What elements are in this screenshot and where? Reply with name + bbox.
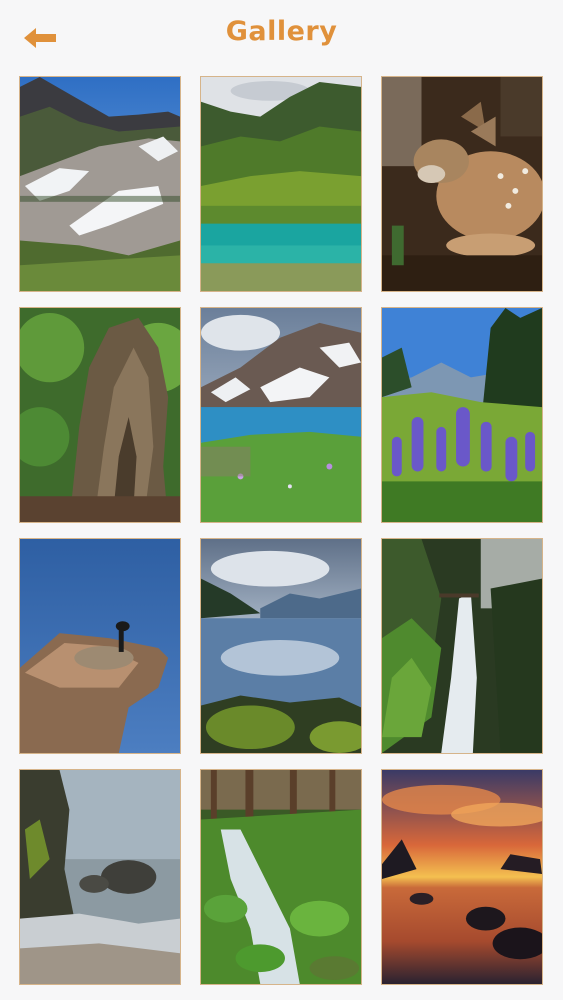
photo-tile[interactable]	[381, 307, 543, 523]
photo-tile[interactable]	[200, 538, 362, 754]
photo-tile[interactable]	[200, 769, 362, 985]
photo-tile[interactable]	[381, 769, 543, 985]
photo-tile[interactable]	[19, 538, 181, 754]
photo-tile[interactable]	[19, 76, 181, 292]
photo-tile[interactable]	[200, 76, 362, 292]
header: Gallery	[0, 0, 563, 72]
photo-grid	[19, 76, 543, 985]
photo-tile[interactable]	[19, 769, 181, 985]
photo-tile[interactable]	[381, 76, 543, 292]
photo-tile[interactable]	[19, 307, 181, 523]
page-title: Gallery	[225, 16, 338, 47]
photo-tile[interactable]	[200, 307, 362, 523]
photo-tile[interactable]	[381, 538, 543, 754]
